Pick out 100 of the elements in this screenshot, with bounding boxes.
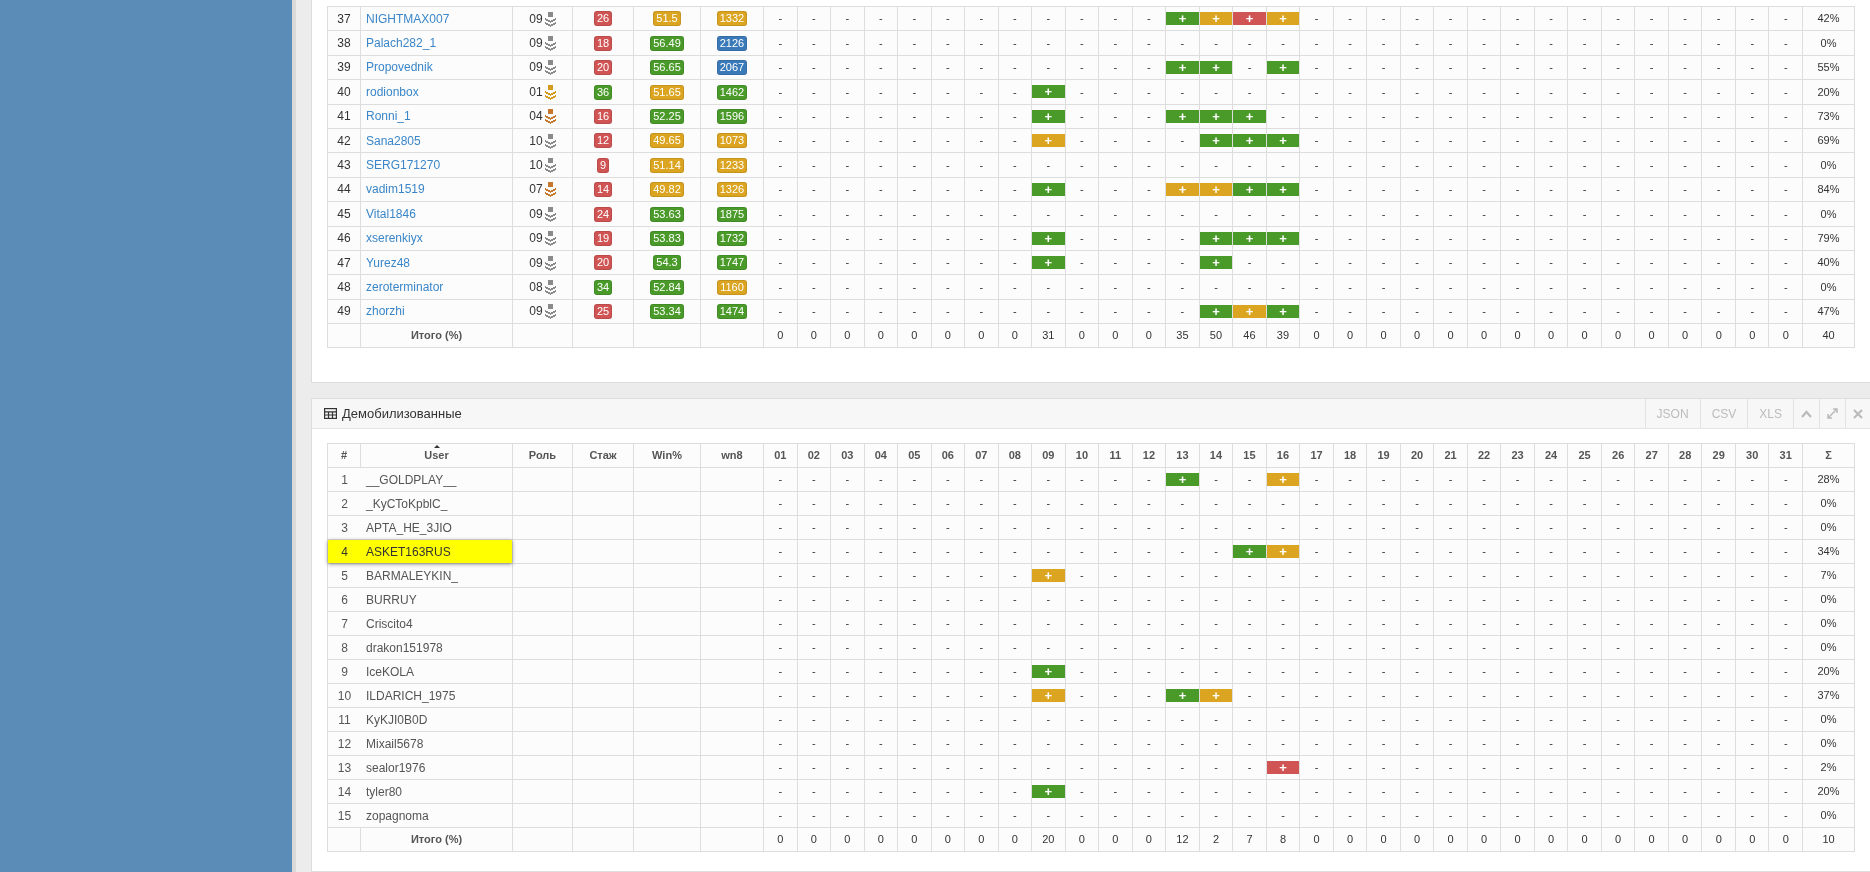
- user-row-label[interactable]: 5 BARMALEYKIN_: [328, 564, 512, 588]
- user-row-label[interactable]: 2 _KyCToKpblC_: [328, 492, 512, 516]
- column-header[interactable]: 10: [1075, 449, 1088, 462]
- table-cell: -: [1415, 521, 1419, 534]
- user-row-label[interactable]: 3 APTA_HE_3JIO: [328, 516, 512, 540]
- column-header[interactable]: #: [340, 449, 348, 462]
- table-cell: -: [1013, 569, 1017, 582]
- user-link[interactable]: Vital1846: [366, 206, 416, 221]
- column-header[interactable]: 30: [1746, 449, 1759, 462]
- column-header[interactable]: 01: [774, 449, 787, 462]
- column-header[interactable]: 28: [1679, 449, 1692, 462]
- table-cell: -: [1750, 761, 1755, 774]
- table-cell: -: [1348, 134, 1352, 147]
- column-header[interactable]: 17: [1310, 449, 1323, 462]
- column-header[interactable]: 23: [1511, 449, 1524, 462]
- column-header[interactable]: 26: [1612, 449, 1625, 462]
- column-header[interactable]: 21: [1444, 449, 1457, 462]
- table-cell: -: [1750, 305, 1755, 318]
- table-cell: -: [1616, 761, 1620, 774]
- column-header[interactable]: User: [424, 449, 449, 462]
- table-cell: -: [979, 158, 984, 171]
- table-cell: -: [778, 207, 783, 220]
- table-cell: -: [1080, 158, 1084, 171]
- table-cell: -: [946, 641, 950, 654]
- table-cell: -: [1247, 61, 1252, 74]
- table-cell: -: [1214, 641, 1218, 654]
- table-cell: 39: [1276, 329, 1290, 342]
- table-cell: -: [1147, 12, 1151, 25]
- table-cell: -: [1783, 617, 1788, 630]
- table-cell: -: [1582, 737, 1587, 750]
- table-cell: -: [1247, 665, 1252, 678]
- table-cell: 0: [1749, 833, 1756, 846]
- table-cell: -: [1147, 665, 1151, 678]
- table-cell: -: [1314, 737, 1319, 750]
- column-header[interactable]: 19: [1377, 449, 1390, 462]
- column-header[interactable]: 02: [807, 449, 820, 462]
- column-header[interactable]: 27: [1645, 449, 1658, 462]
- column-header[interactable]: 29: [1712, 449, 1725, 462]
- table-cell: -: [1247, 280, 1252, 293]
- user-row-label[interactable]: 11 KyKJI0B0D: [328, 708, 512, 732]
- table-cell: 0: [1313, 833, 1320, 846]
- user-link[interactable]: rodionbox: [366, 84, 419, 99]
- user-row-label[interactable]: 14 tyler80: [328, 780, 512, 804]
- user-row-label[interactable]: 7 Criscito4: [328, 612, 512, 636]
- user-row-label[interactable]: 1 __GOLDPLAY__: [328, 468, 512, 492]
- table-cell: -: [845, 593, 850, 606]
- column-header[interactable]: 25: [1578, 449, 1591, 462]
- table-cell: -: [1750, 473, 1755, 486]
- table-cell: -: [1314, 36, 1319, 49]
- user-row-label[interactable]: 10 ILDARICH_1975: [328, 684, 512, 708]
- column-header[interactable]: 15: [1243, 449, 1256, 462]
- user-link[interactable]: Ronni_1: [366, 109, 411, 124]
- attendance-mark: +: [1032, 785, 1065, 799]
- table-cell: -: [778, 761, 783, 774]
- table-cell: -: [1013, 134, 1017, 147]
- user-link[interactable]: zhorzhi: [366, 304, 405, 319]
- column-header[interactable]: 06: [941, 449, 954, 462]
- user-row-label[interactable]: 15 zopagnoma: [328, 804, 512, 828]
- column-header[interactable]: 13: [1176, 449, 1189, 462]
- attendance-mark: +: [1166, 109, 1199, 123]
- column-header[interactable]: wn8: [721, 449, 743, 462]
- table-cell: -: [912, 36, 917, 49]
- attendance-mark: +: [1233, 231, 1266, 245]
- user-row-label[interactable]: 12 Mixail5678: [328, 732, 512, 756]
- user-row-label[interactable]: 9 IceKOLA: [328, 660, 512, 684]
- table-cell: -: [1582, 231, 1587, 244]
- table-cell: 0: [911, 329, 918, 342]
- column-header[interactable]: 03: [841, 449, 854, 462]
- table-cell: -: [778, 256, 783, 269]
- table-cell: -: [1113, 183, 1118, 196]
- table-cell: -: [1281, 809, 1285, 822]
- column-header[interactable]: Σ: [1825, 449, 1832, 462]
- column-header[interactable]: 04: [874, 449, 887, 462]
- user-row-label[interactable]: 6 BURRUY: [328, 588, 512, 612]
- column-header[interactable]: 11: [1109, 449, 1122, 462]
- table-cell: -: [1415, 809, 1419, 822]
- user-row-label[interactable]: 4 ASKET163RUS: [328, 540, 512, 564]
- table-cell: -: [1515, 280, 1520, 293]
- column-header[interactable]: 24: [1545, 449, 1558, 462]
- table-cell: -: [912, 85, 917, 98]
- value-badge: 20: [593, 255, 613, 271]
- table-cell: -: [878, 497, 883, 510]
- table-cell: -: [912, 12, 917, 25]
- column-header[interactable]: 31: [1779, 449, 1792, 462]
- table-cell: -: [1381, 521, 1386, 534]
- table-cell: -: [1046, 36, 1051, 49]
- table-cell: -: [878, 593, 883, 606]
- user-row-label[interactable]: 13 sealor1976: [328, 756, 512, 780]
- role-level: 09: [529, 35, 543, 53]
- table-cell: -: [1348, 713, 1352, 726]
- table-cell: 0%: [1820, 158, 1837, 171]
- column-header[interactable]: 08: [1008, 449, 1021, 462]
- table-cell: -: [811, 305, 816, 318]
- column-header[interactable]: 05: [908, 449, 921, 462]
- user-link[interactable]: Yurez48: [366, 255, 411, 270]
- user-row-label[interactable]: 8 drakon151978: [328, 636, 512, 660]
- table-cell: -: [811, 231, 816, 244]
- table-cell: -: [1415, 497, 1419, 510]
- column-header[interactable]: 07: [975, 449, 988, 462]
- column-header[interactable]: 09: [1042, 449, 1055, 462]
